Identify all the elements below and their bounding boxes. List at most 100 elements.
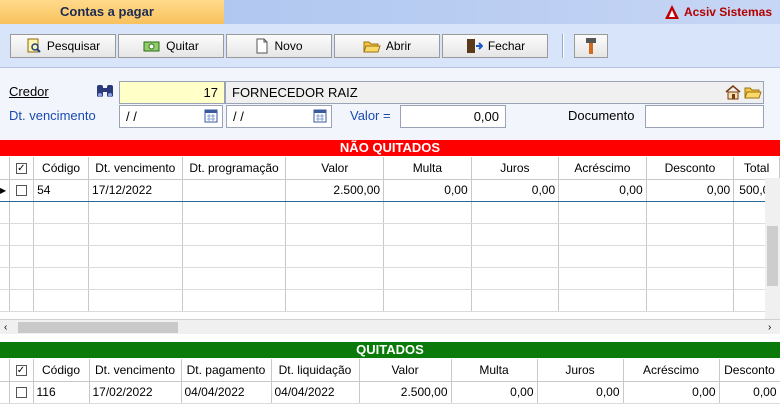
credor-label: Credor	[9, 84, 49, 99]
abrir-label: Abrir	[385, 39, 412, 53]
binoculars-icon[interactable]	[96, 83, 114, 99]
cell-multa: 0,00	[383, 178, 472, 202]
select-all-checkbox[interactable]: ✓	[9, 157, 35, 180]
cell-codigo: 116	[33, 381, 90, 404]
cell-dt-vencimento: 17/12/2022	[88, 178, 183, 202]
tools-button[interactable]	[574, 34, 608, 58]
scroll-left-icon[interactable]: ‹	[4, 320, 7, 335]
brand-logo-icon	[664, 5, 679, 19]
row-checkbox[interactable]	[9, 178, 35, 202]
col-valor[interactable]: Valor	[285, 157, 385, 180]
vertical-scrollbar[interactable]	[765, 178, 780, 319]
cell-acrescimo: 0,00	[623, 381, 720, 404]
date-from-value: / /	[126, 109, 137, 124]
col-acrescimo[interactable]: Acréscimo	[623, 359, 720, 382]
pesquisar-button[interactable]: Pesquisar	[10, 34, 116, 58]
brand-name: Acsiv Sistemas	[683, 5, 772, 19]
col-multa[interactable]: Multa	[451, 359, 538, 382]
fechar-label: Fechar	[487, 39, 526, 53]
cell-valor: 2.500,00	[359, 381, 452, 404]
cell-multa: 0,00	[451, 381, 538, 404]
abrir-button[interactable]: Abrir	[334, 34, 440, 58]
window-title: Contas a pagar	[0, 0, 224, 24]
col-acrescimo[interactable]: Acréscimo	[558, 157, 647, 180]
empty-row	[0, 223, 780, 246]
quitar-button[interactable]: Quitar	[118, 34, 224, 58]
quitados-header-row: ✓ Código Dt. vencimento Dt. pagamento Dt…	[0, 359, 780, 382]
dt-vencimento-label: Dt. vencimento	[9, 108, 96, 123]
col-dt-programacao[interactable]: Dt. programação	[182, 157, 287, 180]
scroll-right-icon[interactable]: ›	[768, 320, 771, 335]
cell-dt-vencimento: 17/02/2022	[89, 381, 182, 404]
col-multa[interactable]: Multa	[383, 157, 472, 180]
table-row[interactable]: ▶ 54 17/12/2022 2.500,00 0,00 0,00 0,00 …	[0, 178, 780, 202]
select-all-checkbox[interactable]: ✓	[9, 359, 34, 382]
quitados-grid: ✓ Código Dt. vencimento Dt. pagamento Dt…	[0, 359, 780, 404]
date-to-value: / /	[233, 109, 244, 124]
empty-row	[0, 267, 780, 290]
row-pointer-icon: ▶	[0, 178, 10, 202]
col-dt-liquidacao[interactable]: Dt. liquidação	[271, 359, 360, 382]
col-total[interactable]: Total	[733, 157, 780, 180]
home-icon[interactable]	[725, 84, 741, 100]
vertical-scroll-thumb[interactable]	[767, 226, 778, 286]
cell-dt-programacao	[182, 178, 287, 202]
new-document-icon	[256, 38, 268, 54]
fechar-button[interactable]: Fechar	[442, 34, 548, 58]
nao-quitados-header: NÃO QUITADOS	[0, 140, 780, 156]
empty-row	[0, 289, 780, 312]
calendar-icon[interactable]	[313, 109, 327, 123]
documento-label: Documento	[568, 108, 635, 123]
nao-quitados-header-row: ✓ Código Dt. vencimento Dt. programação …	[0, 157, 780, 180]
credor-name-field[interactable]: FORNECEDOR RAIZ	[225, 81, 764, 104]
col-codigo[interactable]: Código	[33, 157, 90, 180]
open-folder-icon	[363, 41, 381, 53]
empty-row	[0, 245, 780, 268]
cell-desconto: 0,00	[719, 381, 780, 404]
cell-codigo: 54	[33, 178, 90, 202]
brand: Acsiv Sistemas	[664, 0, 772, 24]
cell-valor: 2.500,00	[285, 178, 385, 202]
money-icon	[143, 41, 160, 52]
search-icon	[27, 38, 41, 53]
nao-quitados-grid: ✓ Código Dt. vencimento Dt. programação …	[0, 157, 780, 312]
novo-label: Novo	[274, 39, 303, 53]
col-dt-vencimento[interactable]: Dt. vencimento	[88, 157, 183, 180]
horizontal-scroll-thumb[interactable]	[18, 322, 178, 333]
col-dt-pagamento[interactable]: Dt. pagamento	[181, 359, 272, 382]
exit-door-icon	[466, 39, 483, 53]
novo-button[interactable]: Novo	[226, 34, 332, 58]
col-juros[interactable]: Juros	[537, 359, 624, 382]
col-desconto[interactable]: Desconto	[646, 157, 735, 180]
credor-code-field[interactable]: 17	[119, 81, 225, 104]
cell-dt-pagamento: 04/04/2022	[181, 381, 272, 404]
cell-acrescimo: 0,00	[558, 178, 647, 202]
filter-panel: Credor 17 FORNECEDOR RAIZ Dt. vencimento…	[0, 68, 780, 140]
toolbar-separator	[562, 34, 564, 58]
quitados-header: QUITADOS	[0, 342, 780, 358]
calendar-icon[interactable]	[204, 109, 218, 123]
cell-juros: 0,00	[471, 178, 560, 202]
valor-field[interactable]: 0,00	[400, 105, 506, 128]
quitar-label: Quitar	[166, 39, 199, 53]
row-indicator	[0, 381, 10, 404]
documento-field[interactable]	[645, 105, 764, 128]
hammer-icon	[586, 38, 596, 54]
col-desconto[interactable]: Desconto	[719, 359, 780, 382]
title-bar: Contas a pagar Acsiv Sistemas	[0, 0, 780, 24]
empty-row	[0, 201, 780, 224]
cell-juros: 0,00	[537, 381, 624, 404]
col-dt-vencimento[interactable]: Dt. vencimento	[89, 359, 182, 382]
valor-label: Valor =	[350, 108, 391, 123]
row-checkbox[interactable]	[9, 381, 34, 404]
pesquisar-label: Pesquisar	[46, 39, 101, 53]
col-valor[interactable]: Valor	[359, 359, 452, 382]
cell-dt-liquidacao: 04/04/2022	[271, 381, 360, 404]
horizontal-scrollbar[interactable]: ‹ ›	[0, 319, 780, 334]
toolbar: Pesquisar Quitar Novo Abrir Fechar	[0, 24, 780, 68]
folder-open-icon[interactable]	[744, 84, 762, 100]
col-juros[interactable]: Juros	[471, 157, 560, 180]
col-codigo[interactable]: Código	[33, 359, 90, 382]
row-indicator-header	[0, 359, 10, 382]
table-row[interactable]: 116 17/02/2022 04/04/2022 04/04/2022 2.5…	[0, 381, 780, 404]
